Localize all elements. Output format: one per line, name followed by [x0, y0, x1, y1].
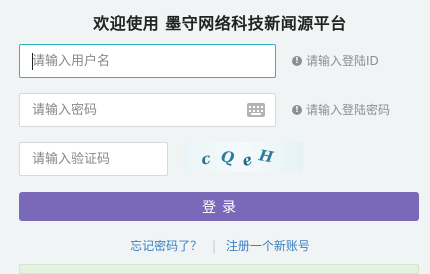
- captcha-field[interactable]: [19, 142, 168, 176]
- password-hint-text: 请输入登陆密码: [306, 103, 391, 117]
- keyboard-icon[interactable]: [247, 103, 265, 117]
- captcha-char: e: [240, 150, 255, 170]
- password-input[interactable]: [20, 94, 275, 126]
- notice-bar: [19, 264, 419, 274]
- captcha-image[interactable]: c Q e H: [183, 142, 303, 172]
- register-link[interactable]: 注册一个新账号: [226, 239, 310, 253]
- username-field[interactable]: [19, 44, 276, 78]
- captcha-graphic: c Q e H: [199, 146, 276, 170]
- captcha-char: H: [257, 146, 276, 167]
- text-caret: [32, 53, 33, 70]
- info-icon: !: [292, 104, 302, 115]
- link-divider: |: [211, 239, 217, 253]
- username-hint-text: 请输入登陆ID: [306, 54, 379, 68]
- login-button[interactable]: 登录: [19, 192, 419, 221]
- auth-links: 忘记密码了？ | 注册一个新账号: [0, 237, 430, 254]
- info-icon: !: [292, 55, 302, 66]
- password-hint: ! 请输入登陆密码: [292, 101, 390, 118]
- forgot-password-link[interactable]: 忘记密码了？: [130, 239, 202, 253]
- captcha-char: Q: [220, 147, 235, 167]
- captcha-input[interactable]: [20, 143, 167, 175]
- page-title: 欢迎使用 墨守网络科技新闻源平台: [93, 14, 347, 33]
- captcha-char: c: [199, 149, 212, 169]
- username-hint: ! 请输入登陆ID: [292, 52, 379, 69]
- username-input[interactable]: [20, 45, 275, 77]
- password-field[interactable]: [19, 93, 276, 127]
